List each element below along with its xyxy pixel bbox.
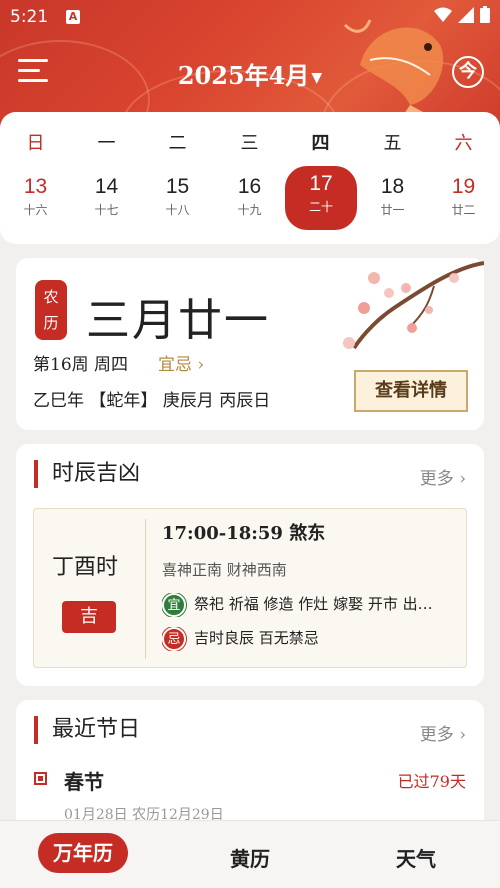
more-link[interactable]: 更多 › <box>420 720 466 745</box>
shichen-gods: 喜神正南 财神西南 <box>162 561 287 579</box>
day-cell[interactable]: 18 廿一 <box>357 169 428 229</box>
shichen-panel[interactable]: 丁酉时 吉 17:00-18:59 煞东 喜神正南 财神西南 宜祭祀 祈福 修造… <box>33 508 467 668</box>
day-number: 15 <box>165 175 190 198</box>
holiday-days-past: 已过79天 <box>397 772 466 791</box>
day-number: 18 <box>380 175 405 198</box>
yiji-label: 宜忌 <box>158 355 192 375</box>
lunar-info-card[interactable]: 农 历 三月廿一 第16周 周四 宜忌 › 乙巳年 【蛇年】 庚辰月 丙辰日 查… <box>16 258 484 430</box>
month-title: 2025年4月 <box>177 61 310 90</box>
lunar-seal-char: 历 <box>43 314 59 332</box>
section-title: 时辰吉凶 <box>34 460 140 488</box>
shichen-name: 丁酉时 <box>52 555 119 580</box>
battery-icon <box>480 6 490 23</box>
chevron-right-icon: › <box>453 725 466 745</box>
weekday-label: 六 <box>454 133 473 154</box>
day-cell[interactable]: 19 廿二 <box>428 169 499 229</box>
weekday-label: 一 <box>97 133 116 154</box>
chevron-right-icon: › <box>453 469 466 489</box>
weekday-label: 五 <box>383 133 402 154</box>
shichen-card: 时辰吉凶 更多 › 丁酉时 吉 17:00-18:59 煞东 喜神正南 财神西南… <box>16 444 484 686</box>
more-link[interactable]: 更多 › <box>420 464 466 489</box>
view-detail-button[interactable]: 查看详情 <box>354 370 468 412</box>
today-button[interactable]: 今 <box>452 56 484 88</box>
divider <box>145 519 146 659</box>
week-info: 第16周 周四 <box>33 355 129 375</box>
wifi-icon <box>434 7 452 22</box>
section-title: 最近节日 <box>34 716 140 744</box>
day-number: 14 <box>94 175 119 198</box>
more-label: 更多 <box>419 725 454 745</box>
day-number: 17 <box>309 172 333 195</box>
day-lunar: 十六 <box>23 203 48 217</box>
status-bar: 5:21 A <box>0 0 500 34</box>
lunar-seal-char: 农 <box>43 288 59 306</box>
holiday-name[interactable]: 春节 <box>64 766 104 795</box>
lunar-seal: 农 历 <box>35 280 67 340</box>
tab-weather[interactable]: 天气 <box>376 843 456 872</box>
weekday-label: 四 <box>311 133 330 154</box>
more-label: 更多 <box>419 469 454 489</box>
ji-icon: 忌 <box>162 627 186 651</box>
day-number: 13 <box>23 175 48 198</box>
yi-row: 宜祭祀 祈福 修造 作灶 嫁娶 开市 出… <box>162 593 462 617</box>
week-strip: 日 一 二 三 四 五 六 13 十六 14 十七 15 十八 16 十九 17… <box>0 112 500 244</box>
shichen-time: 17:00-18:59 煞东 <box>162 523 326 544</box>
chevron-down-icon: ▼ <box>311 69 323 86</box>
signal-icon <box>458 6 474 23</box>
ganzhi-text: 乙巳年 【蛇年】 庚辰月 丙辰日 <box>33 391 271 411</box>
ji-text: 吉时良辰 百无禁忌 <box>194 629 319 647</box>
day-lunar: 十七 <box>94 203 119 217</box>
luck-badge: 吉 <box>62 601 116 633</box>
day-number: 16 <box>237 175 262 198</box>
day-cell[interactable]: 15 十八 <box>142 169 213 229</box>
day-cell[interactable]: 16 十九 <box>214 169 285 229</box>
weekday-label: 日 <box>26 133 45 154</box>
tab-almanac[interactable]: 黄历 <box>210 843 290 872</box>
day-cell[interactable]: 14 十七 <box>71 169 142 229</box>
holiday-bullet-icon <box>34 772 47 785</box>
weekday-label: 三 <box>240 133 259 154</box>
day-number: 19 <box>451 175 476 198</box>
tab-calendar[interactable]: 万年历 <box>38 833 128 873</box>
yiji-link[interactable]: 宜忌 › <box>158 350 204 375</box>
plum-blossom-illustration <box>343 261 484 350</box>
day-cell[interactable]: 13 十六 <box>0 169 71 229</box>
month-selector[interactable]: 2025年4月 ▼ <box>0 56 500 91</box>
status-icons <box>434 6 490 23</box>
status-time: 5:21 <box>10 7 49 27</box>
ji-row: 忌吉时良辰 百无禁忌 <box>162 627 462 651</box>
lunar-date: 三月廿一 <box>86 295 270 346</box>
bottom-nav: 万年历 黄历 天气 <box>0 820 500 888</box>
day-lunar: 十九 <box>237 203 262 217</box>
day-lunar: 廿一 <box>380 203 405 217</box>
day-lunar: 廿二 <box>451 203 476 217</box>
chevron-right-icon: › <box>192 355 205 375</box>
notification-icon: A <box>66 10 80 24</box>
weekday-label: 二 <box>168 133 187 154</box>
yi-icon: 宜 <box>162 593 186 617</box>
day-cell-selected[interactable]: 17 二十 <box>285 166 357 230</box>
day-lunar: 二十 <box>308 200 333 214</box>
day-lunar: 十八 <box>165 203 190 217</box>
yi-text: 祭祀 祈福 修造 作灶 嫁娶 开市 出… <box>194 595 433 613</box>
